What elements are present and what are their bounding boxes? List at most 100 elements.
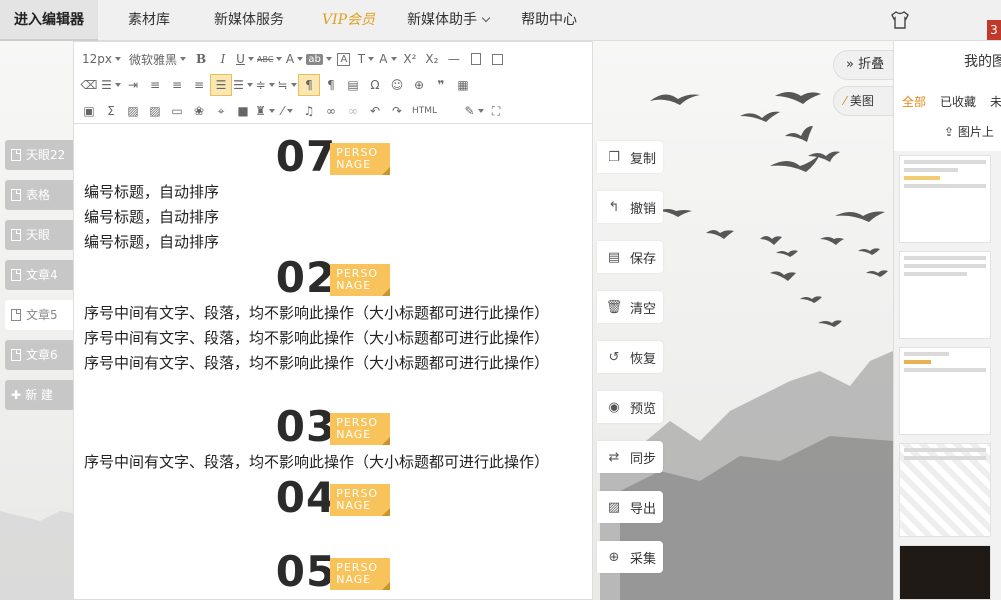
underline-icon[interactable]: U (234, 48, 256, 70)
bold-icon[interactable]: B (190, 48, 212, 70)
collect-button[interactable]: ⊕ 采集 (597, 541, 663, 573)
number-heading: 04 PERSO NAGE (84, 475, 582, 521)
image-thumbnail[interactable] (899, 545, 991, 600)
upload-label: 图片上 (957, 125, 994, 139)
text-style-icon[interactable]: T (355, 48, 377, 70)
direction-rtl-icon[interactable]: ¶ (320, 74, 342, 96)
file-icon (11, 349, 21, 361)
unlink-icon[interactable]: ∞ (342, 100, 364, 122)
music-icon[interactable]: ♫ (298, 100, 320, 122)
highlight-icon[interactable]: ab (305, 48, 332, 70)
editor-toolbar: 12px 微软雅黑 B I U ABC A ab A T A X² X₂ — ⌫… (74, 42, 592, 124)
restore-button[interactable]: ↺ 恢复 (597, 341, 663, 373)
export-icon: ▨ (607, 499, 621, 515)
preview-button[interactable]: ◉ 预览 (597, 391, 663, 423)
tab-favorites[interactable]: 已收藏 (940, 93, 976, 110)
tab-uncategorized[interactable]: 未 (990, 93, 1001, 110)
align-right-icon[interactable]: ≡ (188, 74, 210, 96)
paragraph-spacing-icon[interactable]: ≑ (254, 74, 276, 96)
direction-ltr-icon[interactable]: ¶ (298, 74, 320, 96)
quote-icon[interactable]: ❞ (430, 74, 452, 96)
text-border-icon[interactable]: A (333, 48, 355, 70)
doc-item[interactable]: 文章6 (5, 340, 73, 370)
font-family-select[interactable]: 微软雅黑 (125, 48, 190, 70)
editor-content[interactable]: 07 PERSO NAGE 编号标题，自动排序 编号标题，自动排序 编号标题，自动… (74, 124, 592, 599)
doc-item[interactable]: 表格 (5, 180, 73, 210)
nav-vip[interactable]: VIP会员 (308, 0, 389, 41)
palette-icon[interactable]: ❀ (188, 100, 210, 122)
fold-button[interactable]: » 折叠 (833, 50, 901, 80)
persona-tag: PERSO NAGE (330, 413, 391, 445)
persona-bottom: NAGE (336, 279, 372, 292)
nav-help[interactable]: 帮助中心 (507, 0, 591, 41)
font-color-icon[interactable]: A (283, 48, 305, 70)
indent-icon[interactable]: ⇥ (122, 74, 144, 96)
table-icon[interactable]: ▦ (452, 74, 474, 96)
copy-button[interactable]: ❐ 复制 (597, 141, 663, 173)
eraser-icon[interactable]: ⌫ (78, 74, 100, 96)
undo-arrow-icon[interactable]: ↶ (364, 100, 386, 122)
text-spacing-icon[interactable]: A (377, 48, 399, 70)
align-center-icon[interactable]: ≡ (166, 74, 188, 96)
brush-icon[interactable]: ♜ (254, 100, 276, 122)
save-icon: ▤ (607, 249, 621, 265)
doc-item[interactable]: 天眼 (5, 220, 73, 250)
line-height-icon[interactable]: ☰ (232, 74, 254, 96)
image-thumbnail[interactable] (899, 251, 991, 339)
paragraph-after-icon[interactable]: ≒ (276, 74, 298, 96)
clear-button[interactable]: 🗑 清空 (597, 291, 663, 323)
image-thumbnail[interactable] (899, 347, 991, 435)
image-thumbnail[interactable] (899, 155, 991, 243)
settings-icon[interactable]: ✎ (463, 100, 485, 122)
tab-all[interactable]: 全部 (902, 93, 926, 110)
fullscreen-icon[interactable]: ⛶ (485, 100, 507, 122)
horizontal-line-icon[interactable]: — (443, 48, 465, 70)
nav-editor[interactable]: 进入编辑器 (0, 0, 98, 41)
blank-page-icon[interactable] (465, 48, 487, 70)
doc-item[interactable]: 文章4 (5, 260, 73, 290)
html-source-button[interactable]: HTML (408, 100, 441, 122)
number-heading: 02 PERSO NAGE (84, 255, 582, 301)
doc-item-active[interactable]: 文章5 (5, 300, 73, 330)
tshirt-icon[interactable] (890, 11, 910, 29)
undo-button[interactable]: ↰ 撤销 (597, 191, 663, 223)
column-layout-icon[interactable]: ▤ (342, 74, 364, 96)
italic-icon[interactable]: I (212, 48, 234, 70)
new-doc-button[interactable]: ✚ 新 建 (5, 380, 73, 410)
upload-icon: ⇪ (944, 125, 955, 139)
meitu-button[interactable]: ⁄ 美图 (833, 86, 901, 116)
restore-label: 恢复 (630, 351, 657, 367)
document-list: 天眼22 表格 天眼 文章4 文章5 文章6 ✚ 新 建 (5, 140, 73, 420)
action-buttons: ❐ 复制 ↰ 撤销 ▤ 保存 🗑 清空 ↺ 恢复 ◉ 预览 ⇄ 同步 ▨ 导出 ⊕ 采集 (597, 141, 663, 591)
video-icon[interactable]: ■ (232, 100, 254, 122)
special-char-icon[interactable]: Ω (364, 74, 386, 96)
export-button[interactable]: ▨ 导出 (597, 491, 663, 523)
nav-media-service[interactable]: 新媒体服务 (200, 0, 298, 41)
save-button[interactable]: ▤ 保存 (597, 241, 663, 273)
strikethrough-icon[interactable]: ABC (256, 48, 283, 70)
sync-button[interactable]: ⇄ 同步 (597, 441, 663, 473)
find-replace-icon[interactable]: ⊕ (408, 74, 430, 96)
redo-arrow-icon[interactable]: ↷ (386, 100, 408, 122)
map-icon[interactable]: ⌖ (210, 100, 232, 122)
subscript-icon[interactable]: X₂ (421, 48, 443, 70)
format-painter-icon[interactable]: ▣ (78, 100, 100, 122)
font-size-select[interactable]: 12px (78, 48, 125, 70)
emoji-icon[interactable]: ☺ (386, 74, 408, 96)
link-icon[interactable]: ∞ (320, 100, 342, 122)
nav-materials[interactable]: 素材库 (114, 0, 184, 41)
align-left-icon[interactable]: ≡ (144, 74, 166, 96)
nav-media-assistant[interactable]: 新媒体助手 (393, 0, 503, 41)
upload-button[interactable]: ⇪ 图片上 (944, 123, 994, 140)
sum-icon[interactable]: Σ (100, 100, 122, 122)
indent-select-icon[interactable]: ☰ (100, 74, 122, 96)
image-icon[interactable]: ▨ (122, 100, 144, 122)
align-justify-icon[interactable]: ☰ (210, 74, 232, 96)
superscript-icon[interactable]: X² (399, 48, 421, 70)
edit-box-icon[interactable] (487, 48, 509, 70)
background-icon[interactable]: ▭ (166, 100, 188, 122)
doc-item[interactable]: 天眼22 (5, 140, 73, 170)
image-thumbnail[interactable] (899, 443, 991, 537)
magic-wand-icon[interactable]: ⁄ (276, 100, 298, 122)
image-library-icon[interactable]: ▨ (144, 100, 166, 122)
